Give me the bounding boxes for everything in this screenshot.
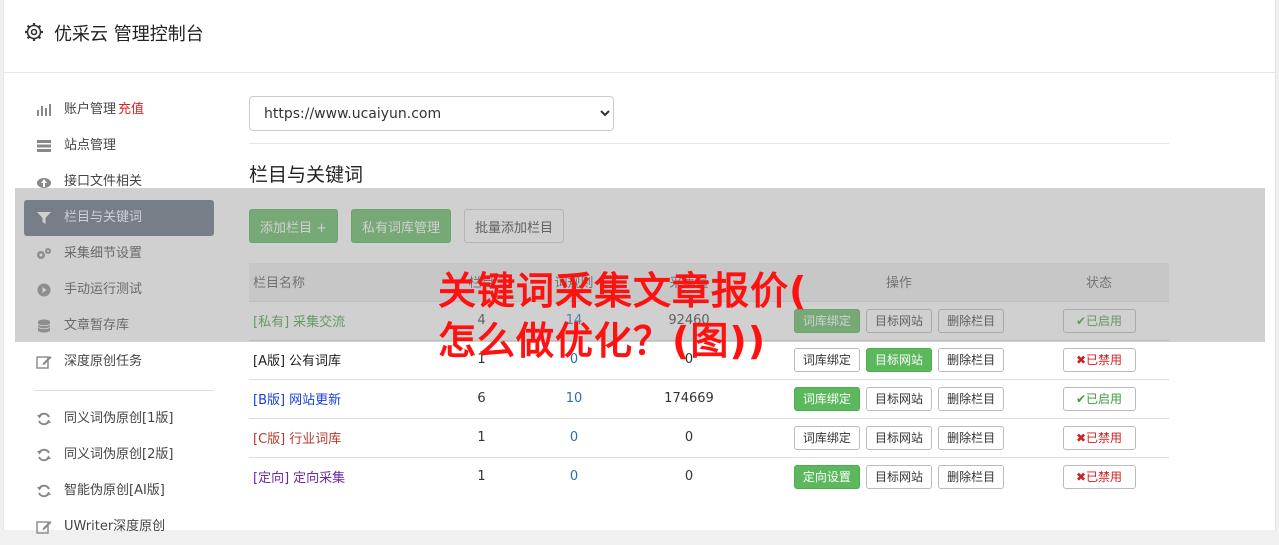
cell-c: 0 (609, 456, 769, 496)
refresh-icon (37, 484, 51, 498)
cell-b[interactable]: 0 (539, 417, 609, 457)
delete-column-button[interactable]: 删除栏目 (938, 347, 1005, 372)
column-name: 公有词库 (289, 354, 342, 369)
ops-cell: 词库绑定 目标网站 删除栏目 (769, 378, 1029, 418)
cloud-upload-icon (37, 178, 51, 188)
status-cell: ✖已禁用 (1029, 339, 1169, 379)
top-bar: 优采云 管理控制台 (4, 0, 1275, 73)
bind-lexicon-button[interactable]: 词库绑定 (793, 386, 860, 411)
column-name-cell[interactable]: [B版] 网站更新 (249, 378, 424, 418)
section-title: 栏目与关键词 (249, 164, 364, 186)
overlay-headline: 关键词采集文章报价( 怎么做优化？(图)) (438, 266, 878, 366)
cell-b[interactable]: 10 (539, 378, 609, 418)
sidebar-item-ai-rewrite[interactable]: 智能伪原创[AI版] (24, 473, 214, 509)
target-site-button[interactable]: 目标网站 (865, 425, 932, 450)
table-row: [B版] 网站更新 6 10 174669 词库绑定 目标网站 删除栏目 ✔已启用 (249, 378, 1169, 418)
sidebar-item-account[interactable]: 账户管理 充值 (24, 92, 214, 128)
ops-cell: 词库绑定 目标网站 删除栏目 (769, 417, 1029, 457)
edit-icon (36, 521, 52, 534)
sidebar-item-label: 站点管理 (64, 138, 117, 153)
status-cell: ✖已禁用 (1029, 417, 1169, 457)
cell-a: 1 (424, 417, 539, 457)
column-tag: [C版] (253, 432, 286, 447)
delete-column-button[interactable]: 删除栏目 (938, 425, 1005, 450)
page-title: 优采云 管理控制台 (54, 24, 204, 45)
edit-icon (36, 356, 52, 369)
sidebar-item-synonym-v1[interactable]: 同义词伪原创[1版] (24, 401, 214, 437)
refresh-icon (37, 448, 51, 462)
cell-a: 6 (424, 378, 539, 418)
column-tag: [A版] (253, 354, 286, 369)
column-name: 网站更新 (289, 393, 342, 408)
sidebar-item-sites[interactable]: 站点管理 (24, 128, 214, 164)
sidebar-item-label: UWriter深度原创 (64, 519, 166, 534)
delete-column-button[interactable]: 删除栏目 (938, 386, 1005, 411)
status-badge[interactable]: ✔已启用 (1062, 386, 1136, 411)
divider (249, 143, 1169, 144)
status-badge[interactable]: ✖已禁用 (1062, 464, 1136, 489)
column-name-cell[interactable]: [定向] 定向采集 (249, 456, 424, 496)
cell-a: 1 (424, 456, 539, 496)
column-name-cell[interactable]: [A版] 公有词库 (249, 339, 424, 379)
column-name: 定向采集 (293, 471, 346, 487)
bar-chart-icon (37, 104, 51, 116)
status-badge[interactable]: ✖已禁用 (1062, 347, 1136, 372)
status-cell: ✔已启用 (1029, 378, 1169, 418)
overlay-line-1: 关键词采集文章报价( (438, 269, 808, 313)
status-cell: ✖已禁用 (1029, 456, 1169, 496)
table-row: [定向] 定向采集 1 0 0 定向设置 目标网站 删除栏目 ✖已禁用 (249, 456, 1169, 496)
target-site-button[interactable]: 目标网站 (865, 386, 932, 411)
table-row: [C版] 行业词库 1 0 0 词库绑定 目标网站 删除栏目 ✖已禁用 (249, 417, 1169, 457)
sidebar-item-label: 深度原创任务 (64, 354, 143, 369)
cell-b[interactable]: 0 (539, 456, 609, 496)
sidebar-item-label: 账户管理 (64, 102, 117, 117)
delete-column-button[interactable]: 删除栏目 (938, 464, 1005, 489)
column-name-cell[interactable]: [C版] 行业词库 (249, 417, 424, 457)
cell-c: 174669 (609, 378, 769, 418)
site-select[interactable]: https://www.ucaiyun.com (249, 96, 614, 131)
status-badge[interactable]: ✖已禁用 (1062, 425, 1136, 450)
sidebar-item-uwriter[interactable]: UWriter深度原创 (24, 509, 214, 545)
recharge-link[interactable]: 充值 (118, 102, 144, 117)
directional-settings-button[interactable]: 定向设置 (793, 464, 860, 489)
overlay-line-2: 怎么做优化？(图)) (438, 319, 767, 363)
sidebar-item-label: 同义词伪原创[2版] (64, 447, 174, 462)
ops-cell: 定向设置 目标网站 删除栏目 (769, 456, 1029, 496)
column-tag: [B版] (253, 393, 286, 408)
sidebar-item-label: 接口文件相关 (64, 174, 143, 189)
target-site-button[interactable]: 目标网站 (865, 464, 932, 489)
column-name: 行业词库 (289, 432, 342, 447)
sidebar-item-label: 同义词伪原创[1版] (64, 411, 174, 426)
server-icon (37, 140, 51, 152)
bind-lexicon-button[interactable]: 词库绑定 (793, 425, 860, 450)
column-tag: [定向] (253, 471, 290, 487)
cell-c: 0 (609, 417, 769, 457)
sidebar-item-label: 智能伪原创[AI版] (64, 483, 165, 498)
refresh-icon (37, 412, 51, 426)
sidebar-item-deep-original[interactable]: 深度原创任务 (24, 344, 214, 380)
sidebar-divider (34, 390, 214, 391)
gear-icon (25, 23, 43, 41)
sidebar-item-synonym-v2[interactable]: 同义词伪原创[2版] (24, 437, 214, 473)
